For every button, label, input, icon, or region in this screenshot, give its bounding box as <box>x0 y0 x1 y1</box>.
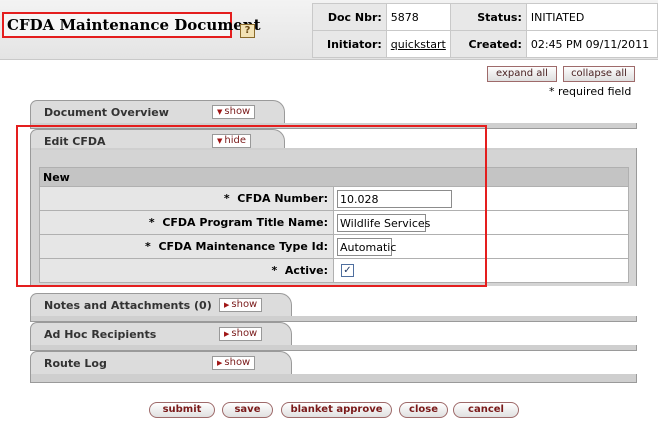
toggle-label: show <box>224 357 251 368</box>
initiator-cell: quickstart <box>385 30 451 58</box>
highlight-box <box>16 125 487 287</box>
tab-document-overview-toggle[interactable]: ▼ show <box>212 105 256 119</box>
created-label: Created: <box>449 30 527 58</box>
cancel-button[interactable]: cancel <box>453 402 519 418</box>
expand-all-button[interactable]: expand all <box>487 66 557 82</box>
document-info-table: Doc Nbr: 5878 Status: INITIATED Initiato… <box>312 3 658 58</box>
tab-notes-label: Notes and Attachments (0) <box>44 299 212 312</box>
tab-adhoc-recipients[interactable]: Ad Hoc Recipients ▶ show <box>30 322 292 345</box>
tab-route-log[interactable]: Route Log ▶ show <box>30 351 292 374</box>
save-button[interactable]: save <box>222 402 273 418</box>
tab-strip <box>30 374 637 383</box>
tab-adhoc-label: Ad Hoc Recipients <box>44 328 157 341</box>
tab-route-log-toggle[interactable]: ▶ show <box>212 356 256 370</box>
toggle-label: show <box>224 106 251 117</box>
tab-notes-toggle[interactable]: ▶ show <box>219 298 263 312</box>
created-value: 02:45 PM 09/11/2011 <box>525 30 658 58</box>
document-title: CFDA Maintenance Document <box>2 12 261 38</box>
tab-document-overview-label: Document Overview <box>44 106 169 119</box>
required-field-note: * required field <box>549 85 632 98</box>
show-arrow-icon: ▶ <box>224 330 230 338</box>
tab-route-log-label: Route Log <box>44 357 107 370</box>
doc-nbr-value: 5878 <box>385 3 451 31</box>
toggle-label: show <box>231 328 258 339</box>
tab-adhoc-toggle[interactable]: ▶ show <box>219 327 263 341</box>
status-value: INITIATED <box>525 3 658 31</box>
collapse-all-button[interactable]: collapse all <box>563 66 635 82</box>
close-button[interactable]: close <box>399 402 448 418</box>
document-header: CFDA Maintenance Document ? Doc Nbr: 587… <box>0 0 658 60</box>
doc-nbr-label: Doc Nbr: <box>312 3 387 31</box>
tab-notes-attachments[interactable]: Notes and Attachments (0) ▶ show <box>30 293 292 316</box>
initiator-link[interactable]: quickstart <box>391 38 446 51</box>
blanket-approve-button[interactable]: blanket approve <box>281 402 392 418</box>
initiator-label: Initiator: <box>312 30 387 58</box>
status-label: Status: <box>449 3 527 31</box>
show-arrow-icon: ▶ <box>217 359 223 367</box>
help-icon[interactable]: ? <box>240 24 255 38</box>
show-arrow-icon: ▶ <box>224 301 230 309</box>
tab-document-overview[interactable]: Document Overview ▼ show <box>30 100 285 123</box>
toggle-label: show <box>231 299 258 310</box>
submit-button[interactable]: submit <box>149 402 215 418</box>
show-arrow-icon: ▼ <box>217 108 223 116</box>
